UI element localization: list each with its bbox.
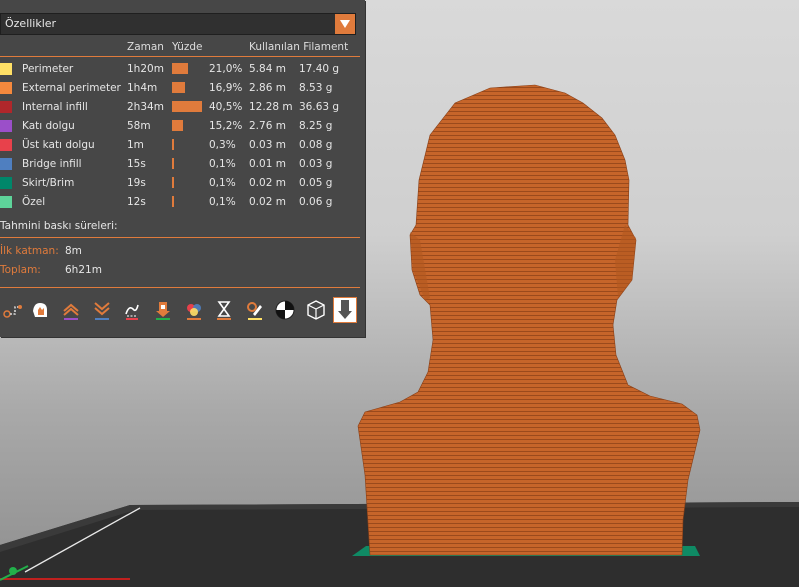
legend-row[interactable]: Üst katı dolgu 1m 0,3% 0.03 m 0.08 g	[0, 137, 365, 156]
weight-value: 36.63 g	[299, 101, 340, 113]
length-value: 2.86 m	[249, 82, 286, 94]
color-swatch	[0, 101, 12, 113]
view-options-toolbar	[0, 295, 365, 329]
percent-value: 0,3%	[209, 139, 236, 151]
time-value: 15s	[127, 158, 146, 170]
chevron-down-icon[interactable]	[335, 14, 355, 34]
color-changes-icon[interactable]	[182, 297, 206, 323]
origin-marker	[9, 567, 17, 575]
first-layer-value: 8m	[65, 245, 82, 257]
weight-value: 0.05 g	[299, 177, 333, 189]
percent-value: 0,1%	[209, 196, 236, 208]
feature-label: Üst katı dolgu	[22, 139, 95, 151]
weight-value: 0.08 g	[299, 139, 333, 151]
tool-changes-icon[interactable]	[151, 297, 175, 323]
first-layer-label: İlk katman:	[0, 245, 59, 257]
length-value: 2.76 m	[249, 120, 286, 132]
weight-value: 17.40 g	[299, 63, 340, 75]
length-value: 0.01 m	[249, 158, 286, 170]
weight-value: 8.25 g	[299, 120, 333, 132]
weight-value: 0.06 g	[299, 196, 333, 208]
color-swatch	[0, 139, 12, 151]
toolbar-divider	[0, 287, 360, 288]
tool-marker-icon[interactable]	[333, 297, 357, 323]
percent-bar	[172, 82, 185, 93]
color-swatch	[0, 120, 12, 132]
time-value: 2h34m	[127, 101, 164, 113]
seams-icon[interactable]	[120, 297, 144, 323]
time-value: 58m	[127, 120, 151, 132]
feature-label: Skirt/Brim	[22, 177, 75, 189]
feature-label: Perimeter	[22, 63, 74, 75]
length-value: 0.02 m	[249, 196, 286, 208]
percent-bar	[172, 120, 184, 131]
percent-bar	[172, 158, 174, 169]
feature-label: Katı dolgu	[22, 120, 75, 132]
time-value: 1h4m	[127, 82, 158, 94]
legend-row[interactable]: Özel 12s 0,1% 0.02 m 0.06 g	[0, 194, 365, 213]
pause-icon[interactable]	[212, 297, 236, 323]
time-value: 1h20m	[127, 63, 164, 75]
length-value: 0.02 m	[249, 177, 286, 189]
legend-row[interactable]: Skirt/Brim 19s 0,1% 0.02 m 0.05 g	[0, 175, 365, 194]
feature-label: Bridge infill	[22, 158, 82, 170]
percent-value: 21,0%	[209, 63, 243, 75]
legend-row[interactable]: Katı dolgu 58m 15,2% 2.76 m 8.25 g	[0, 118, 365, 137]
travel-icon[interactable]	[0, 297, 24, 323]
dropdown-value: Özellikler	[5, 17, 57, 30]
percent-value: 15,2%	[209, 120, 243, 132]
time-value: 1m	[127, 139, 144, 151]
length-value: 5.84 m	[249, 63, 286, 75]
time-value: 12s	[127, 196, 146, 208]
bust-model[interactable]	[357, 84, 701, 556]
legend-row[interactable]: External perimeter 1h4m 16,9% 2.86 m 8.53 g	[0, 80, 365, 99]
color-swatch	[0, 177, 12, 189]
length-value: 12.28 m	[249, 101, 293, 113]
header-percent: Yüzde	[172, 41, 203, 53]
feature-label: Internal infill	[22, 101, 88, 113]
feature-label: External perimeter	[22, 82, 121, 94]
weight-value: 8.53 g	[299, 82, 333, 94]
header-time: Zaman	[127, 41, 164, 53]
header-used-filament: Kullanılan Filament	[249, 41, 349, 53]
total-value: 6h21m	[65, 264, 102, 276]
color-swatch	[0, 196, 12, 208]
shells-icon[interactable]	[304, 297, 328, 323]
time-value: 19s	[127, 177, 146, 189]
feature-label: Özel	[22, 196, 46, 208]
view-type-dropdown[interactable]: Özellikler	[0, 13, 356, 35]
total-label: Toplam:	[0, 264, 41, 276]
percent-bar	[172, 177, 174, 188]
percent-value: 16,9%	[209, 82, 243, 94]
wipe-icon[interactable]	[28, 297, 52, 323]
percent-value: 40,5%	[209, 101, 243, 113]
percent-bar	[172, 139, 174, 150]
legend-panel: Özellikler Zaman Yüzde Kullanılan Filame…	[0, 0, 365, 337]
percent-value: 0,1%	[209, 158, 236, 170]
estimate-title: Tahmini baskı süreleri:	[0, 220, 118, 232]
deretractions-icon[interactable]	[90, 297, 114, 323]
percent-bar	[172, 196, 174, 207]
color-swatch	[0, 63, 12, 75]
weight-value: 0.03 g	[299, 158, 333, 170]
percent-value: 0,1%	[209, 177, 236, 189]
retractions-icon[interactable]	[59, 297, 83, 323]
color-swatch	[0, 158, 12, 170]
percent-bar	[172, 63, 188, 74]
custom-gcode-icon[interactable]	[243, 297, 267, 323]
header-divider	[0, 56, 360, 57]
legend-row[interactable]: Bridge infill 15s 0,1% 0.01 m 0.03 g	[0, 156, 365, 175]
color-swatch	[0, 82, 12, 94]
estimate-divider	[0, 237, 360, 238]
center-of-gravity-icon[interactable]	[273, 297, 297, 323]
panel-title-strip	[0, 0, 365, 10]
percent-bar	[172, 101, 202, 112]
length-value: 0.03 m	[249, 139, 286, 151]
legend-row[interactable]: Perimeter 1h20m 21,0% 5.84 m 17.40 g	[0, 61, 365, 80]
legend-row[interactable]: Internal infill 2h34m 40,5% 12.28 m 36.63 g	[0, 99, 365, 118]
